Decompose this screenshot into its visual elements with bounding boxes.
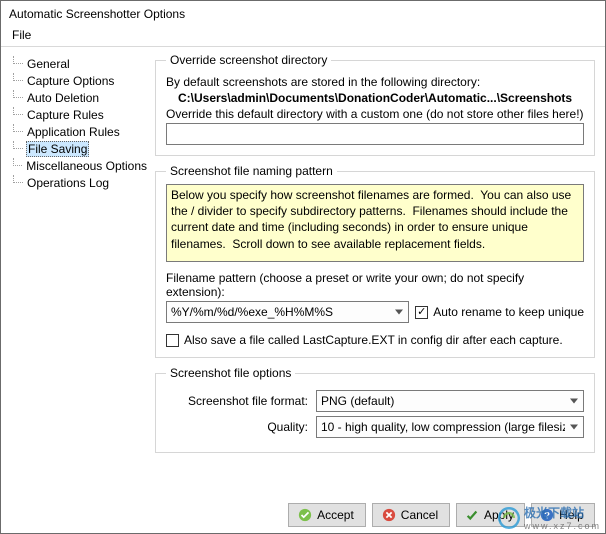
nav-tree: General Capture Options Auto Deletion Captu… [1, 47, 151, 499]
quality-combo[interactable] [316, 416, 584, 438]
menubar: File [1, 25, 605, 47]
override-path: C:\Users\admin\Documents\DonationCoder\A… [166, 91, 584, 105]
naming-legend: Screenshot file naming pattern [166, 164, 337, 178]
override-input[interactable] [166, 123, 584, 145]
tree-item-label: Operations Log [27, 176, 109, 190]
tree-item-label: File Saving [26, 141, 89, 157]
svg-text:?: ? [544, 511, 550, 522]
override-desc1: By default screenshots are stored in the… [166, 75, 584, 89]
quality-label: Quality: [166, 420, 316, 434]
content-area: General Capture Options Auto Deletion Captu… [1, 47, 605, 499]
button-bar: Accept Cancel Apply ? Help [288, 503, 595, 527]
accept-button[interactable]: Accept [288, 503, 366, 527]
cancel-button[interactable]: Cancel [372, 503, 450, 527]
tree-item-label: Application Rules [27, 125, 120, 139]
cancel-icon [382, 508, 396, 522]
pattern-label: Filename pattern (choose a preset or wri… [166, 271, 584, 299]
apply-button[interactable]: Apply [456, 503, 525, 527]
tree-item-label: Auto Deletion [27, 91, 99, 105]
override-desc2: Override this default directory with a c… [166, 107, 584, 121]
tree-item-capture-rules[interactable]: Capture Rules [9, 106, 147, 123]
tree-item-label: Capture Rules [27, 108, 104, 122]
also-save-checkbox[interactable]: Also save a file called LastCapture.EXT … [166, 333, 584, 347]
format-label: Screenshot file format: [166, 394, 316, 408]
tree-item-label: General [27, 57, 70, 71]
tree-item-operations-log[interactable]: Operations Log [9, 174, 147, 191]
also-save-label: Also save a file called LastCapture.EXT … [184, 333, 563, 347]
naming-note[interactable]: Below you specify how screenshot filenam… [166, 184, 584, 262]
check-icon: ✓ [415, 306, 428, 319]
tree-item-label: Miscellaneous Options [26, 159, 147, 173]
apply-icon [465, 508, 479, 522]
tree-item-capture-options[interactable]: Capture Options [9, 72, 147, 89]
naming-group: Screenshot file naming pattern Below you… [155, 164, 595, 358]
menu-file[interactable]: File [9, 27, 34, 43]
window-title: Automatic Screenshotter Options [1, 1, 605, 25]
tree-item-general[interactable]: General [9, 55, 147, 72]
help-button[interactable]: ? Help [531, 503, 595, 527]
check-circle-icon [298, 508, 312, 522]
fileopts-legend: Screenshot file options [166, 366, 295, 380]
help-icon: ? [540, 508, 554, 522]
tree-item-auto-deletion[interactable]: Auto Deletion [9, 89, 147, 106]
accept-label: Accept [317, 508, 354, 522]
tree-item-file-saving[interactable]: File Saving [9, 140, 147, 157]
override-group: Override screenshot directory By default… [155, 53, 595, 156]
apply-label: Apply [484, 508, 514, 522]
main-panel: Override screenshot directory By default… [151, 47, 605, 499]
tree-item-label: Capture Options [27, 74, 114, 88]
fileopts-group: Screenshot file options Screenshot file … [155, 366, 595, 453]
auto-rename-label: Auto rename to keep unique [433, 305, 584, 319]
tree-item-miscellaneous-options[interactable]: Miscellaneous Options [9, 157, 147, 174]
cancel-label: Cancel [401, 508, 438, 522]
pattern-combo[interactable] [166, 301, 409, 323]
unchecked-icon [166, 334, 179, 347]
help-label: Help [559, 508, 584, 522]
auto-rename-checkbox[interactable]: ✓ Auto rename to keep unique [415, 305, 584, 319]
format-combo[interactable] [316, 390, 584, 412]
tree-item-application-rules[interactable]: Application Rules [9, 123, 147, 140]
override-legend: Override screenshot directory [166, 53, 331, 67]
